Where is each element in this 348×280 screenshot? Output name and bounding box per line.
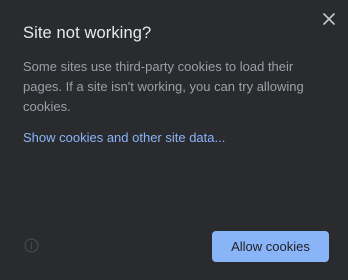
close-icon	[323, 13, 335, 25]
cookie-bubble-dialog: Site not working? Some sites use third-p…	[0, 0, 348, 280]
show-cookies-link[interactable]: Show cookies and other site data...	[23, 130, 225, 145]
dialog-title: Site not working?	[23, 24, 152, 42]
info-button[interactable]	[24, 238, 39, 253]
allow-cookies-button[interactable]: Allow cookies	[212, 231, 329, 262]
dialog-description: Some sites use third-party cookies to lo…	[23, 59, 304, 114]
close-button[interactable]	[320, 10, 338, 28]
info-icon	[24, 238, 39, 253]
